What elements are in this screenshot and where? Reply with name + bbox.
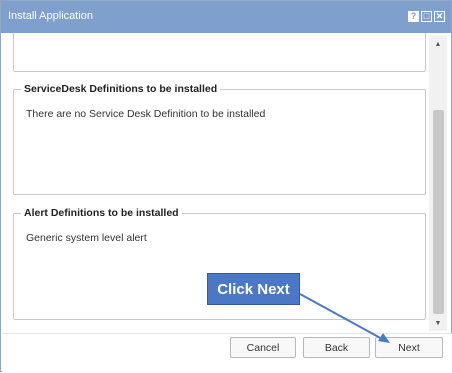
- pointer-arrow-icon: [299, 293, 390, 343]
